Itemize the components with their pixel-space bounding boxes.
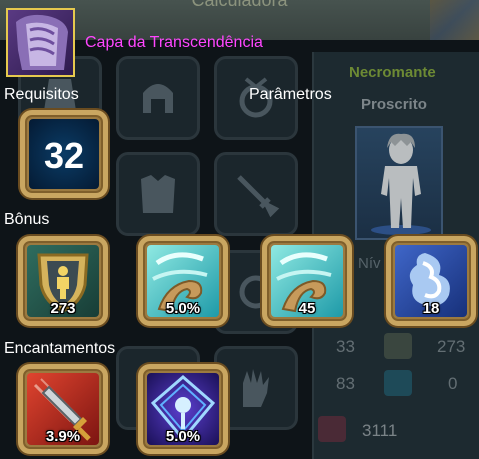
character-figure-icon [371,133,431,235]
parameters-heading: Parâmetros [249,86,332,103]
bonus-value: 5.0% [165,300,201,317]
bonus-slot[interactable]: 5.0% [138,236,228,326]
corner-item-icon [430,0,479,40]
character-portrait[interactable] [355,126,443,240]
bonus-slot[interactable]: 45 [262,236,352,326]
stat-value: 0 [448,374,458,393]
bonus-slot[interactable]: 18 [386,236,476,326]
sword-icon [237,175,280,218]
level-label: Nív [358,255,381,272]
helmet-icon [143,84,173,113]
cape-of-transcendence-icon [16,14,68,70]
chest-armor-icon [141,175,175,213]
vortex-stat-icon [384,370,412,396]
game-screen: Calculadora Necromante Proscrito Nív 33 [0,0,479,459]
item-image [6,8,75,77]
gem-stat-icon [318,416,346,442]
enchantment-value: 5.0% [165,428,201,445]
bonus-value: 45 [298,300,316,317]
stat-value: 33 [336,337,355,356]
total-stat-value: 3111 [362,421,398,440]
item-name: Capa da Transcendência [85,34,263,51]
chest-slot[interactable] [116,152,200,236]
required-level-badge: 32 [20,110,108,198]
stat-value: 83 [336,374,355,393]
bonus-value: 273 [50,300,76,317]
weapon-slot[interactable] [214,152,298,236]
bonus-slot[interactable]: 273 [18,236,108,326]
bonus-heading: Bônus [4,211,50,228]
class-name: Necromante [349,64,436,81]
required-level-value: 32 [43,135,85,176]
subclass-name[interactable]: Proscrito [361,96,427,113]
enchantments-heading: Encantamentos [4,340,116,357]
enchantment-slot[interactable]: 3.9% [18,364,108,454]
stat-value: 273 [437,337,466,356]
enchantment-value: 3.9% [45,428,81,445]
defense-stat-icon [384,333,412,359]
enchantment-slot[interactable]: 5.0% [138,364,228,454]
glove-icon [243,369,269,407]
requirements-heading: Requisitos [4,86,79,103]
bonus-value: 18 [422,300,440,317]
helmet-slot[interactable] [116,56,200,140]
